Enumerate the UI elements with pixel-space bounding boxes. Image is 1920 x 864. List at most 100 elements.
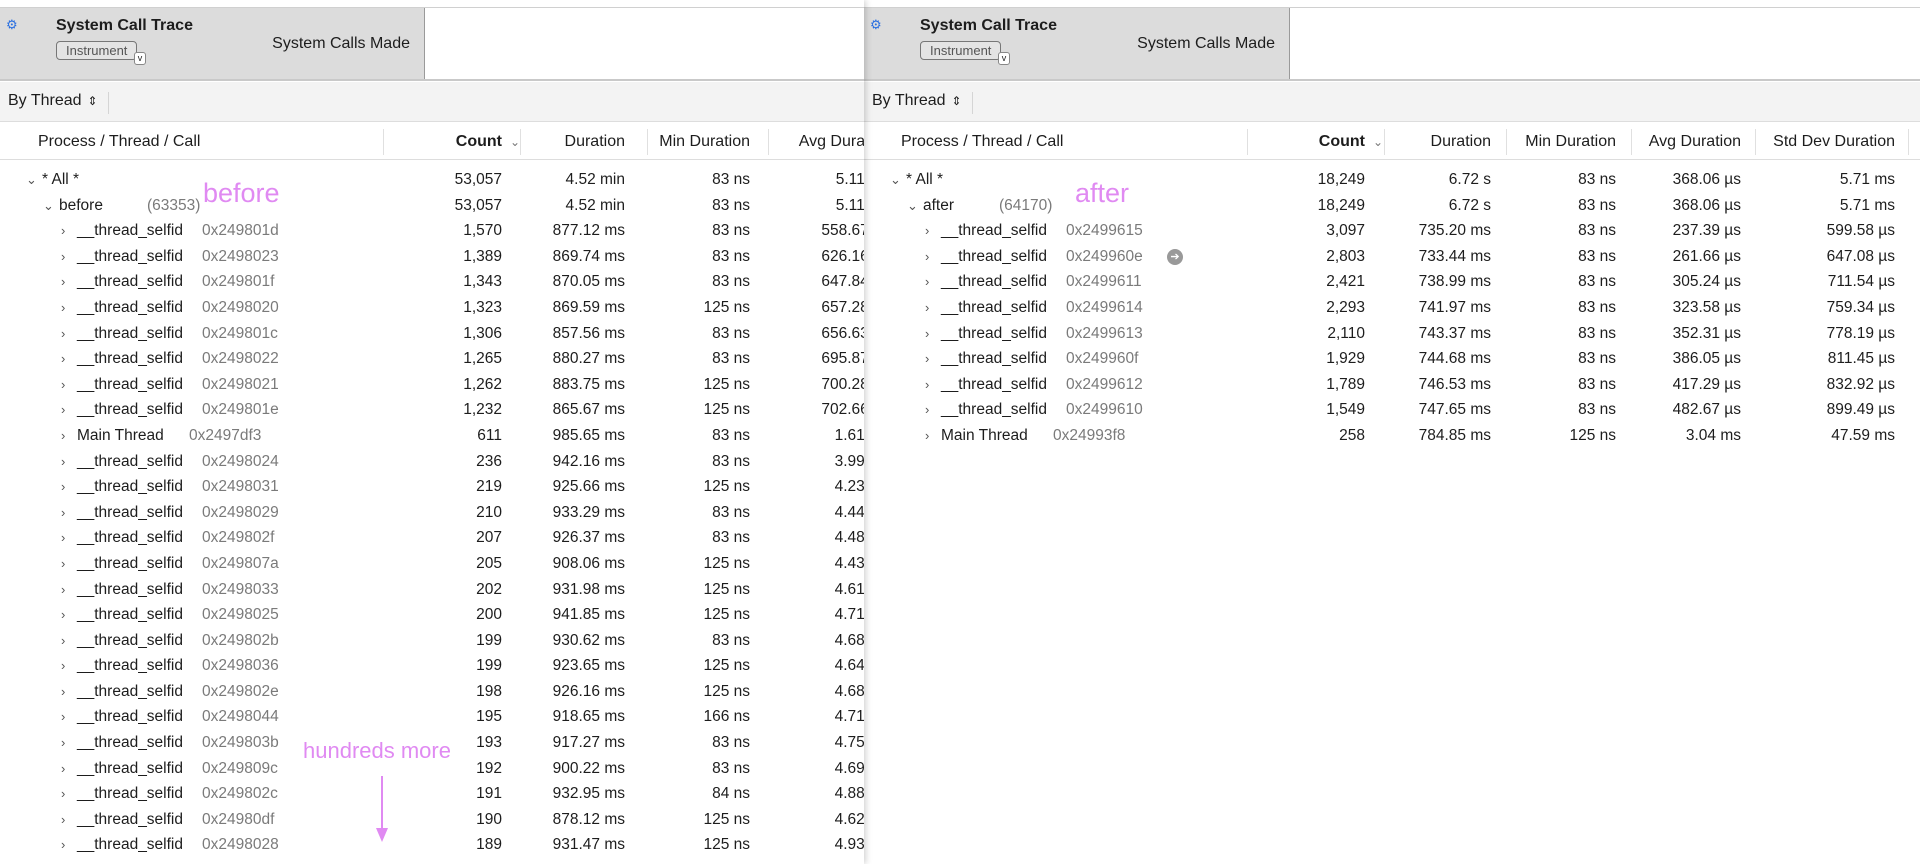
- chevron-down-icon[interactable]: ⌄: [43, 196, 54, 216]
- table-row-all[interactable]: ⌄ * All * 53,057 4.52 min 83 ns 5.11 m: [0, 167, 864, 193]
- sort-chevron-icon[interactable]: ⌄: [1373, 132, 1383, 152]
- table-row[interactable]: › __thread_selfid 0x249802e 198 926.16 ms 125…: [0, 679, 864, 705]
- chevron-right-icon[interactable]: ›: [61, 375, 65, 395]
- chevron-right-icon[interactable]: ›: [61, 835, 65, 855]
- chevron-right-icon[interactable]: ›: [61, 452, 65, 472]
- column-header-4[interactable]: Avg Duration: [1649, 132, 1741, 152]
- table-row[interactable]: › Main Thread 0x24993f8 258 784.85 ms 125 ns 3…: [864, 423, 1920, 449]
- column-divider[interactable]: [768, 129, 769, 155]
- instrument-badge[interactable]: Instrument: [920, 41, 1002, 60]
- column-header-1[interactable]: Count: [1319, 132, 1365, 152]
- table-row[interactable]: › __thread_selfid 0x249802c 191 932.95 ms 84 …: [0, 781, 864, 807]
- table-row[interactable]: › __thread_selfid 0x2498024 236 942.16 ms 83 …: [0, 449, 864, 475]
- chevron-right-icon[interactable]: ›: [61, 733, 65, 753]
- table-row[interactable]: › __thread_selfid 0x2499613 2,110 743.37 ms 8…: [864, 321, 1920, 347]
- column-header-0[interactable]: Process / Thread / Call: [901, 132, 1063, 152]
- table-row[interactable]: › __thread_selfid 0x2499610 1,549 747.65 ms 8…: [864, 397, 1920, 423]
- table-row[interactable]: › __thread_selfid 0x2498025 200 941.85 ms 125…: [0, 602, 864, 628]
- chevron-right-icon[interactable]: ›: [925, 324, 929, 344]
- chevron-down-icon[interactable]: ⌄: [26, 170, 37, 190]
- column-divider[interactable]: [1755, 129, 1756, 155]
- column-header-5[interactable]: Std Dev Duration: [1773, 132, 1895, 152]
- chevron-right-icon[interactable]: ›: [61, 528, 65, 548]
- chevron-right-icon[interactable]: ›: [61, 477, 65, 497]
- chevron-right-icon[interactable]: ›: [61, 324, 65, 344]
- table-row[interactable]: › __thread_selfid 0x2498022 1,265 880.27 ms 8…: [0, 346, 864, 372]
- column-header-3[interactable]: Min Duration: [1525, 132, 1616, 152]
- column-header-1[interactable]: Count: [456, 132, 502, 152]
- chevron-right-icon[interactable]: ›: [61, 759, 65, 779]
- chevron-right-icon[interactable]: ›: [61, 631, 65, 651]
- column-header-0[interactable]: Process / Thread / Call: [38, 132, 200, 152]
- column-divider[interactable]: [647, 129, 648, 155]
- column-divider[interactable]: [1247, 129, 1248, 155]
- table-row[interactable]: › __thread_selfid 0x2498033 202 931.98 ms 125…: [0, 577, 864, 603]
- chevron-right-icon[interactable]: ›: [61, 426, 65, 446]
- table-row-process[interactable]: ⌄ before (63353) 53,057 4.52 min 83 ns 5.11 m: [0, 193, 864, 219]
- sort-chevron-icon[interactable]: ⌄: [510, 132, 520, 152]
- chevron-down-icon[interactable]: ⌄: [890, 170, 901, 190]
- table-row[interactable]: › __thread_selfid 0x249801d 1,570 877.12 ms 8…: [0, 218, 864, 244]
- column-divider[interactable]: [1384, 129, 1385, 155]
- table-row[interactable]: › __thread_selfid 0x2498044 195 918.65 ms 166…: [0, 704, 864, 730]
- chevron-right-icon[interactable]: ›: [61, 656, 65, 676]
- table-row[interactable]: › __thread_selfid 0x2499611 2,421 738.99 ms 8…: [864, 269, 1920, 295]
- chevron-down-icon[interactable]: ⌄: [907, 196, 918, 216]
- table-row-process[interactable]: ⌄ after (64170) 18,249 6.72 s 83 ns 368.06 µs 5…: [864, 193, 1920, 219]
- table-row[interactable]: › __thread_selfid 0x249801e 1,232 865.67 ms 1…: [0, 397, 864, 423]
- column-header-3[interactable]: Min Duration: [659, 132, 750, 152]
- chevron-right-icon[interactable]: ›: [925, 272, 929, 292]
- table-row[interactable]: › __thread_selfid 0x2499615 3,097 735.20 ms 8…: [864, 218, 1920, 244]
- chevron-right-icon[interactable]: ›: [61, 810, 65, 830]
- table-row[interactable]: › __thread_selfid 0x2498028 189 931.47 ms 125…: [0, 832, 864, 858]
- chevron-right-icon[interactable]: ›: [61, 784, 65, 804]
- chevron-right-icon[interactable]: ›: [925, 247, 929, 267]
- column-header-4[interactable]: Avg Duratio: [799, 132, 864, 152]
- chevron-right-icon[interactable]: ›: [925, 221, 929, 241]
- column-divider[interactable]: [520, 129, 521, 155]
- chevron-right-icon[interactable]: ›: [61, 272, 65, 292]
- chevron-right-icon[interactable]: ›: [61, 605, 65, 625]
- chevron-right-icon[interactable]: ›: [61, 707, 65, 727]
- table-row[interactable]: › __thread_selfid 0x249802b 199 930.62 ms 83 …: [0, 628, 864, 654]
- table-row[interactable]: › __thread_selfid 0x2498023 1,389 869.74 ms 8…: [0, 244, 864, 270]
- chevron-right-icon[interactable]: ›: [61, 298, 65, 318]
- table-row[interactable]: › __thread_selfid 0x2498020 1,323 869.59 ms 1…: [0, 295, 864, 321]
- table-row[interactable]: › __thread_selfid 0x249802f 207 926.37 ms 83 …: [0, 525, 864, 551]
- column-divider[interactable]: [1908, 129, 1909, 155]
- table-row[interactable]: › __thread_selfid 0x2498021 1,262 883.75 ms 1…: [0, 372, 864, 398]
- table-row[interactable]: › __thread_selfid 0x249807a 205 908.06 ms 125…: [0, 551, 864, 577]
- go-arrow-icon[interactable]: ➔: [1167, 248, 1183, 265]
- chevron-right-icon[interactable]: ›: [61, 247, 65, 267]
- table-row[interactable]: › __thread_selfid 0x2498029 210 933.29 ms 83 …: [0, 500, 864, 526]
- chevron-right-icon[interactable]: ›: [925, 426, 929, 446]
- column-header-2[interactable]: Duration: [565, 132, 625, 152]
- column-divider[interactable]: [383, 129, 384, 155]
- chevron-right-icon[interactable]: ›: [61, 580, 65, 600]
- group-by-select[interactable]: By Thread ⇕: [8, 92, 109, 114]
- table-row[interactable]: › __thread_selfid 0x24980df 190 878.12 ms 125…: [0, 807, 864, 833]
- chevron-right-icon[interactable]: ›: [61, 682, 65, 702]
- table-row[interactable]: › Main Thread 0x2497df3 611 985.65 ms 83 ns 1.…: [0, 423, 864, 449]
- table-row[interactable]: › __thread_selfid 0x249801c 1,306 857.56 ms 8…: [0, 321, 864, 347]
- chevron-down-icon[interactable]: v: [134, 52, 146, 65]
- chevron-right-icon[interactable]: ›: [925, 375, 929, 395]
- table-row[interactable]: › __thread_selfid 0x2498036 199 923.65 ms 125…: [0, 653, 864, 679]
- chevron-right-icon[interactable]: ›: [61, 221, 65, 241]
- chevron-right-icon[interactable]: ›: [925, 349, 929, 369]
- table-row[interactable]: › __thread_selfid 0x2498031 219 925.66 ms 125…: [0, 474, 864, 500]
- column-divider[interactable]: [1506, 129, 1507, 155]
- group-by-select[interactable]: By Thread ⇕: [872, 92, 973, 114]
- chevron-right-icon[interactable]: ›: [61, 400, 65, 420]
- chevron-down-icon[interactable]: v: [998, 52, 1010, 65]
- table-row[interactable]: › __thread_selfid 0x2499612 1,789 746.53 ms 8…: [864, 372, 1920, 398]
- table-row[interactable]: › __thread_selfid 0x249960f 1,929 744.68 ms 8…: [864, 346, 1920, 372]
- table-row[interactable]: › __thread_selfid 0x2499614 2,293 741.97 ms 8…: [864, 295, 1920, 321]
- column-header-2[interactable]: Duration: [1431, 132, 1491, 152]
- instrument-badge[interactable]: Instrument: [56, 41, 138, 60]
- chevron-right-icon[interactable]: ›: [61, 554, 65, 574]
- table-row[interactable]: › __thread_selfid 0x249801f 1,343 870.05 ms 8…: [0, 269, 864, 295]
- chevron-right-icon[interactable]: ›: [61, 349, 65, 369]
- table-row-all[interactable]: ⌄ * All * 18,249 6.72 s 83 ns 368.06 µs 5.71 m…: [864, 167, 1920, 193]
- chevron-right-icon[interactable]: ›: [925, 298, 929, 318]
